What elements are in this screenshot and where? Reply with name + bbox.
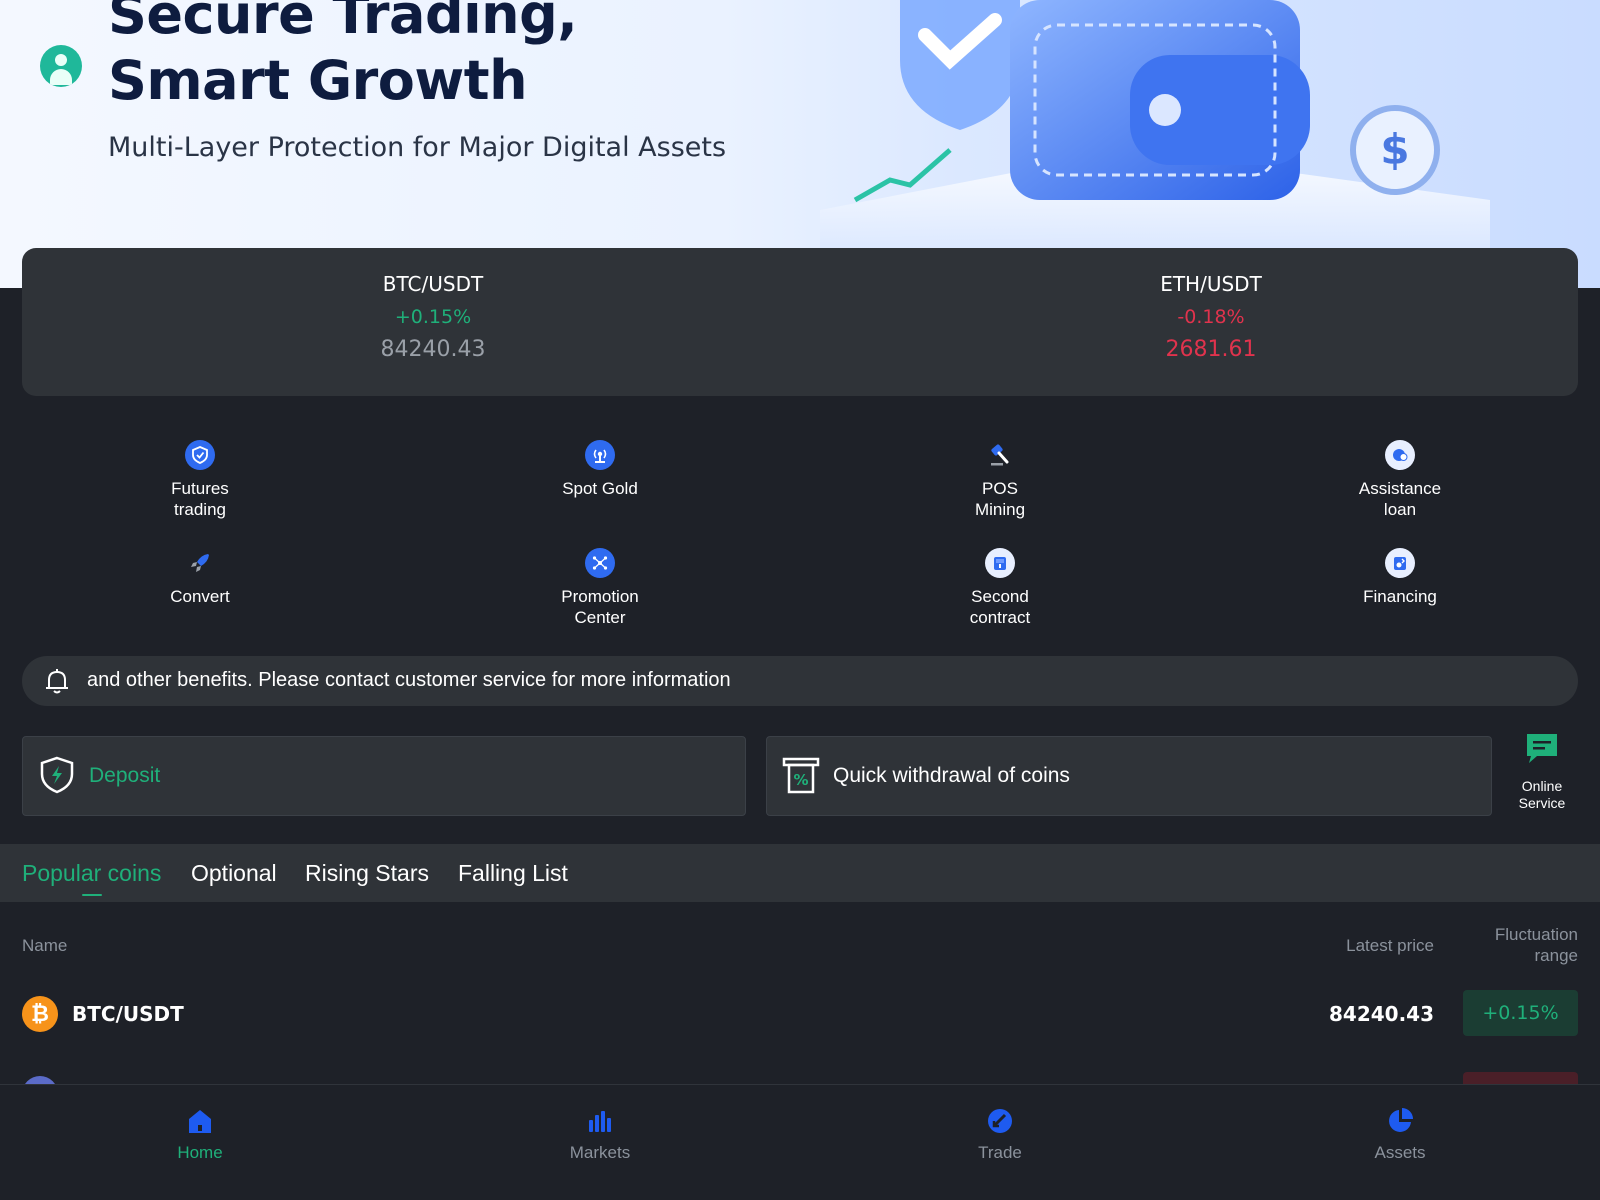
- online-service-label: Online Service: [1518, 778, 1566, 811]
- deposit-label: Deposit: [89, 764, 161, 787]
- svg-text:$: $: [1380, 125, 1409, 174]
- nav-label: Trade: [978, 1143, 1022, 1162]
- shield-check-icon: [185, 440, 215, 470]
- app-page: Secure Trading, Smart Growth Multi-Layer…: [0, 0, 1600, 1200]
- bell-icon: [46, 669, 68, 694]
- ticker-summary-card: BTC/USDT +0.15% 84240.43 ETH/USDT -0.18%…: [22, 248, 1578, 396]
- ticker-price: 84240.43: [380, 337, 486, 362]
- coin-pair: BTC/USDT: [72, 1002, 184, 1026]
- banner-title: Secure Trading, Smart Growth: [108, 0, 578, 114]
- nav-label: Assets: [1374, 1143, 1426, 1162]
- promo-banner[interactable]: Secure Trading, Smart Growth Multi-Layer…: [0, 0, 1600, 288]
- feature-label: Futures trading: [171, 479, 229, 519]
- column-header-fluctuation-range: Fluctuation range: [1494, 925, 1578, 965]
- nav-label: Home: [177, 1143, 223, 1162]
- banner-title-line1: Secure Trading,: [108, 0, 578, 46]
- withdraw-receipt-icon: %: [782, 757, 820, 794]
- feature-label: Promotion Center: [561, 587, 639, 627]
- deposit-button[interactable]: Deposit: [22, 736, 746, 816]
- ticker-pair: BTC/USDT: [382, 272, 484, 296]
- btc-logo-icon: ₿: [22, 996, 58, 1032]
- ticker-pair: ETH/USDT: [1160, 272, 1262, 296]
- rocket-icon: [185, 548, 215, 578]
- svg-text:%: %: [793, 771, 808, 789]
- bar-chart-icon: [589, 1111, 611, 1132]
- coin-tabs: Popular coins Optional Rising Stars Fall…: [0, 844, 1600, 902]
- nav-label: Markets: [569, 1143, 631, 1162]
- broadcast-icon: [585, 440, 615, 470]
- table-row[interactable]: ₿ BTC/USDT 84240.43 +0.15%: [0, 988, 1600, 1044]
- feature-label: Assistance loan: [1358, 479, 1442, 519]
- coin-change-badge[interactable]: +0.15%: [1463, 990, 1578, 1036]
- tab-falling-list[interactable]: Falling List: [458, 860, 568, 887]
- feature-label: Convert: [170, 587, 230, 606]
- ticker-change: +0.15%: [394, 306, 472, 328]
- column-header-name: Name: [22, 936, 68, 955]
- withdraw-label: Quick withdrawal of coins: [833, 764, 1070, 787]
- bottom-navigation: Home Markets Trade Assets: [0, 1084, 1600, 1200]
- tab-optional[interactable]: Optional: [191, 860, 277, 887]
- financing-icon: [1385, 548, 1415, 578]
- home-icon: [189, 1110, 211, 1133]
- tab-rising-stars[interactable]: Rising Stars: [305, 860, 429, 887]
- loan-icon: [1385, 440, 1415, 470]
- coin-price: 84240.43: [1328, 1002, 1434, 1026]
- feature-label: Second contract: [969, 587, 1031, 627]
- chat-icon: [1527, 734, 1557, 763]
- pie-chart-icon: [1389, 1108, 1413, 1132]
- network-icon: [585, 548, 615, 578]
- feature-label: Spot Gold: [562, 479, 638, 498]
- user-avatar-icon[interactable]: [40, 45, 82, 87]
- notice-bar[interactable]: and other benefits. Please contact custo…: [22, 656, 1578, 706]
- notice-text: and other benefits. Please contact custo…: [87, 669, 731, 691]
- column-header-latest-price: Latest price: [1346, 936, 1434, 955]
- feature-label: Financing: [1363, 587, 1437, 606]
- banner-title-line2: Smart Growth: [108, 49, 528, 112]
- tab-popular-coins[interactable]: Popular coins: [22, 860, 161, 887]
- contract-icon: [985, 548, 1015, 578]
- trade-icon: [988, 1109, 1012, 1133]
- ticker-change: -0.18%: [1177, 306, 1245, 328]
- ticker-price: 2681.61: [1165, 337, 1257, 362]
- active-tab-indicator: [82, 894, 102, 896]
- wallet-shield-illustration: $: [820, 0, 1490, 288]
- feature-label: POS Mining: [974, 479, 1026, 519]
- quick-withdraw-button[interactable]: % Quick withdrawal of coins: [766, 736, 1492, 816]
- hammer-icon: [985, 440, 1015, 470]
- shield-bolt-icon: [40, 756, 74, 794]
- banner-subtitle: Multi-Layer Protection for Major Digital…: [108, 132, 727, 163]
